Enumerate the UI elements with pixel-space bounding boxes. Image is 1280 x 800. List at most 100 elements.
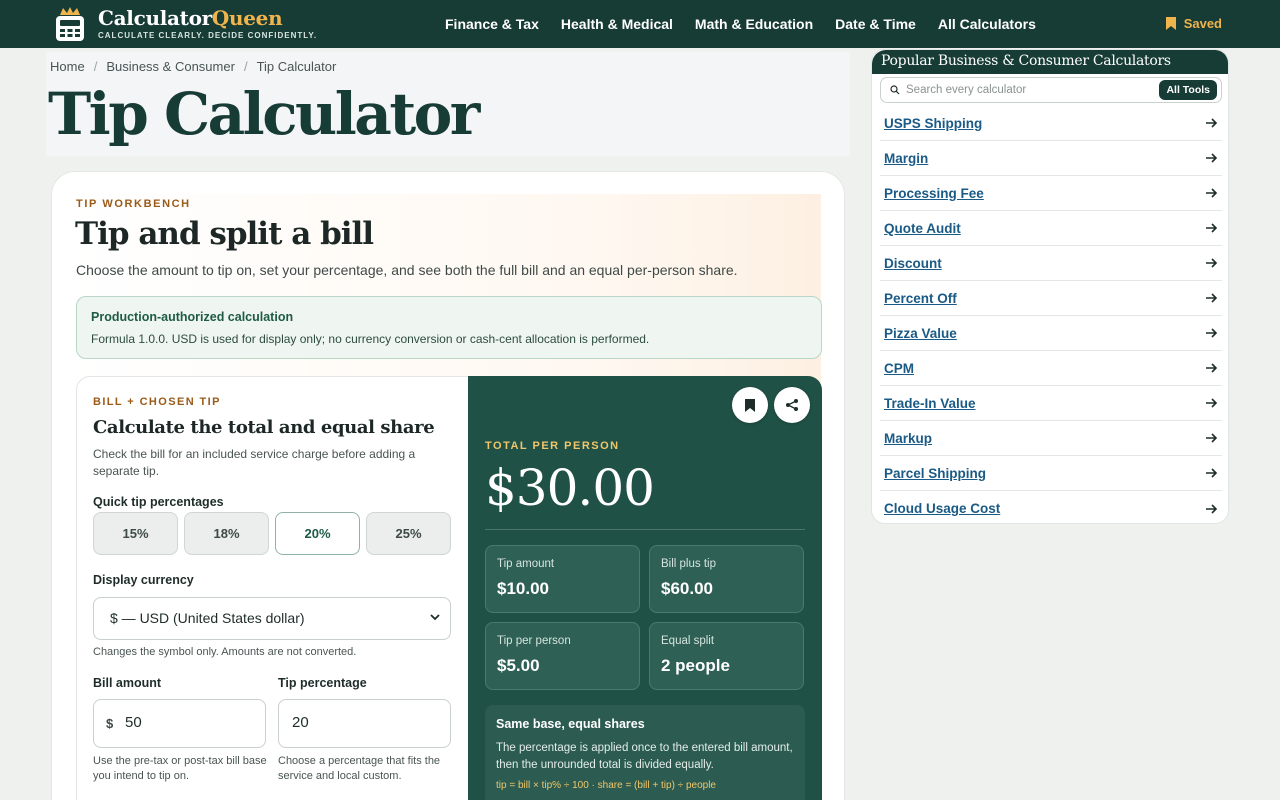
brand-name: CalculatorQueen — [98, 6, 283, 30]
tip-workbench-card: TIP WORKBENCH Tip and split a bill Choos… — [51, 171, 845, 800]
share-result-button[interactable] — [774, 387, 810, 423]
form-title: Calculate the total and equal share — [93, 417, 435, 438]
sidebar-tool-item[interactable]: Cloud Usage Cost — [880, 491, 1222, 523]
tip-percentage-input[interactable]: 20 — [278, 699, 451, 748]
sidebar-header: Popular Business & Consumer Calculators — [872, 50, 1228, 74]
breadcrumb-separator: / — [243, 59, 248, 74]
sidebar-tool-item[interactable]: Percent Off — [880, 281, 1222, 316]
stat-value: 2 people — [661, 656, 730, 675]
sidebar-tool-item[interactable]: Pizza Value — [880, 316, 1222, 351]
sidebar-tool-link[interactable]: USPS Shipping — [884, 116, 982, 131]
saved-link[interactable]: Saved — [1165, 16, 1222, 31]
sidebar-tool-link[interactable]: Parcel Shipping — [884, 466, 986, 481]
info-title: Same base, equal shares — [496, 717, 645, 731]
sidebar-tool-link[interactable]: Trade-In Value — [884, 396, 976, 411]
stat-label: Tip amount — [497, 558, 555, 570]
sidebar-tool-link[interactable]: Processing Fee — [884, 186, 984, 201]
sidebar-tool-item[interactable]: Processing Fee — [880, 176, 1222, 211]
nav-finance-tax[interactable]: Finance & Tax — [445, 16, 539, 32]
workbench-title: Tip and split a bill — [75, 216, 374, 252]
tip-15-button[interactable]: 15% — [93, 512, 178, 555]
result-eyebrow: TOTAL PER PERSON — [485, 440, 620, 452]
nav-all-calculators[interactable]: All Calculators — [938, 16, 1036, 32]
breadcrumb-category[interactable]: Business & Consumer — [106, 59, 235, 74]
saved-label: Saved — [1183, 16, 1222, 31]
sidebar-tool-link[interactable]: Pizza Value — [884, 326, 957, 341]
sidebar-tool-item[interactable]: Quote Audit — [880, 211, 1222, 246]
total-per-person-value: $30.00 — [485, 459, 655, 517]
quick-tip-label: Quick tip percentages — [93, 495, 224, 509]
tip-20-button[interactable]: 20% — [275, 512, 360, 555]
arrow-right-icon — [1206, 363, 1218, 373]
nav-math-education[interactable]: Math & Education — [695, 16, 813, 32]
nav-date-time[interactable]: Date & Time — [835, 16, 916, 32]
brand-tagline: CALCULATE CLEARLY. DECIDE CONFIDENTLY. — [98, 31, 318, 40]
tip-25-button[interactable]: 25% — [366, 512, 451, 555]
save-result-button[interactable] — [732, 387, 768, 423]
result-divider — [485, 529, 805, 530]
tool-list: USPS Shipping Margin Processing Fee Quote A… — [880, 106, 1222, 523]
calculator-crown-logo-icon[interactable] — [54, 6, 86, 42]
sidebar-tool-item[interactable]: Markup — [880, 421, 1222, 456]
notice-title: Production-authorized calculation — [91, 310, 294, 324]
bill-amount-label: Bill amount — [93, 676, 162, 690]
sidebar-tool-item[interactable]: Discount — [880, 246, 1222, 281]
sidebar-tool-item[interactable]: CPM — [880, 351, 1222, 386]
tip-percentage-value: 20 — [292, 714, 309, 731]
top-navigation-bar: CalculatorQueen CALCULATE CLEARLY. DECID… — [0, 0, 1280, 48]
currency-hint: Changes the symbol only. Amounts are not… — [93, 646, 357, 658]
arrow-right-icon — [1206, 328, 1218, 338]
sidebar-tool-link[interactable]: Markup — [884, 431, 932, 446]
sidebar-tool-item[interactable]: Margin — [880, 141, 1222, 176]
arrow-right-icon — [1206, 118, 1218, 128]
form-description: Check the bill for an included service c… — [93, 447, 416, 478]
sidebar-tool-item[interactable]: Trade-In Value — [880, 386, 1222, 421]
calculator-search-input[interactable]: Search every calculator All Tools — [880, 77, 1222, 103]
stat-label: Bill plus tip — [661, 558, 716, 570]
chevron-down-icon — [430, 614, 440, 621]
sidebar-tool-link[interactable]: Percent Off — [884, 291, 957, 306]
result-panel: TOTAL PER PERSON $30.00 Tip amount $10.0… — [468, 376, 822, 800]
breadcrumb-current: Tip Calculator — [256, 59, 337, 74]
formula-text: tip = bill × tip% ÷ 100 · share = (bill … — [496, 780, 716, 791]
stat-tip-amount: Tip amount $10.00 — [485, 545, 640, 613]
breadcrumb-home[interactable]: Home — [50, 59, 85, 74]
tip-18-button[interactable]: 18% — [184, 512, 269, 555]
tip-percentage-hint: Choose a percentage that fits the servic… — [278, 755, 441, 782]
currency-select[interactable]: $ — USD (United States dollar) — [93, 597, 451, 640]
bookmark-icon — [745, 398, 755, 412]
sidebar-tool-item[interactable]: USPS Shipping — [880, 106, 1222, 141]
stat-value: $5.00 — [497, 656, 540, 675]
tip-percentage-label: Tip percentage — [278, 676, 367, 690]
info-text: The percentage is applied once to the en… — [496, 742, 793, 771]
arrow-right-icon — [1206, 223, 1218, 233]
workbench-subtitle: Choose the amount to tip on, set your pe… — [76, 262, 738, 278]
main-nav: Finance & Tax Health & Medical Math & Ed… — [445, 0, 1036, 48]
arrow-right-icon — [1206, 188, 1218, 198]
sidebar-tool-item[interactable]: Parcel Shipping — [880, 456, 1222, 491]
sidebar-tool-link[interactable]: CPM — [884, 361, 914, 376]
arrow-right-icon — [1206, 503, 1218, 514]
stat-equal-split: Equal split 2 people — [649, 622, 804, 690]
arrow-right-icon — [1206, 468, 1218, 478]
sidebar-tool-link[interactable]: Quote Audit — [884, 221, 961, 236]
stat-bill-plus-tip: Bill plus tip $60.00 — [649, 545, 804, 613]
brand-logo[interactable]: CalculatorQueen CALCULATE CLEARLY. DECID… — [98, 7, 317, 40]
arrow-right-icon — [1206, 153, 1218, 163]
popular-calculators-sidebar: Popular Business & Consumer Calculators … — [871, 49, 1229, 524]
all-tools-button[interactable]: All Tools — [1159, 80, 1217, 100]
sidebar-tool-link[interactable]: Discount — [884, 256, 942, 271]
bill-amount-input[interactable]: $ 50 — [93, 699, 266, 748]
arrow-right-icon — [1206, 433, 1218, 443]
page-title: Tip Calculator — [48, 80, 480, 148]
search-icon — [890, 85, 900, 95]
bill-amount-hint: Use the pre-tax or post-tax bill base yo… — [93, 755, 267, 782]
currency-label: Display currency — [93, 573, 194, 587]
nav-health-medical[interactable]: Health & Medical — [561, 16, 673, 32]
bookmark-icon — [1165, 17, 1176, 30]
sidebar-tool-link[interactable]: Margin — [884, 151, 928, 166]
sidebar-title: Popular Business & Consumer Calculators — [881, 53, 1171, 69]
arrow-right-icon — [1206, 258, 1218, 268]
notice-text: Formula 1.0.0. USD is used for display o… — [91, 332, 650, 346]
sidebar-tool-link[interactable]: Cloud Usage Cost — [884, 501, 1000, 516]
